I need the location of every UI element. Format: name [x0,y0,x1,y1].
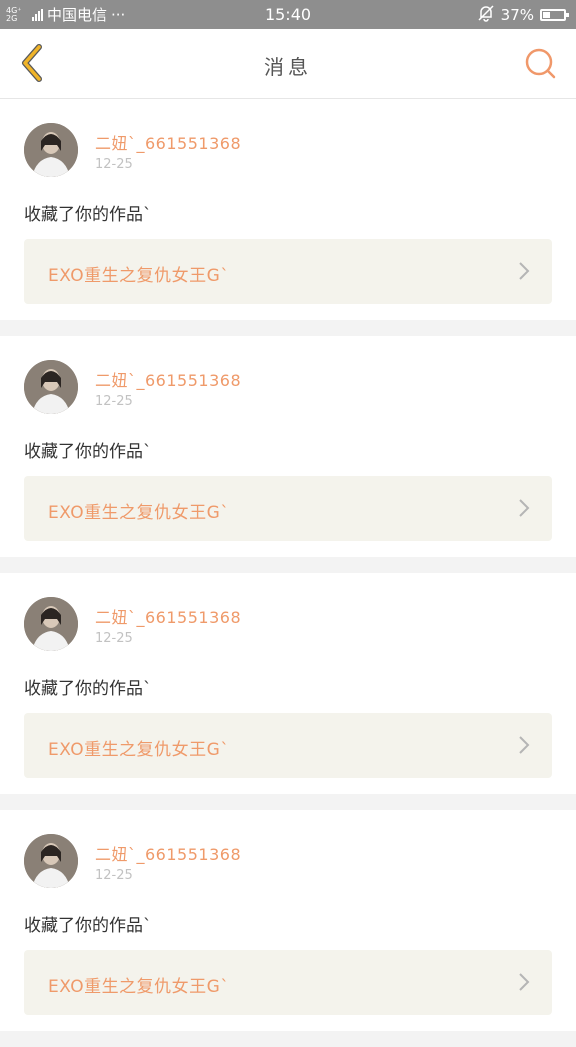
status-bar: 4G⁺ 2G 中国电信 ··· 15:40 37% [0,0,576,29]
message-time: 12-25 [95,157,133,172]
action-text: 收藏了你的作品` [24,205,152,225]
work-link[interactable]: EXO重生之复仇女王G` [24,713,552,778]
chevron-right-icon [519,736,530,754]
avatar[interactable] [24,834,78,888]
username-link[interactable]: 二妞`_661551368 [95,604,241,628]
battery-percent: 37% [500,6,534,24]
action-text: 收藏了你的作品` [24,442,152,462]
message-card: 二妞`_661551368 12-25 收藏了你的作品` EXO重生之复仇女王G… [0,336,576,557]
battery-level [543,12,550,18]
message-card: 二妞`_661551368 12-25 收藏了你的作品` EXO重生之复仇女王G… [0,810,576,1031]
chevron-right-icon [519,499,530,517]
message-card: 二妞`_661551368 12-25 收藏了你的作品` EXO重生之复仇女王G… [0,99,576,320]
work-link[interactable]: EXO重生之复仇女王G` [24,476,552,541]
work-title: EXO重生之复仇女王G` [48,977,230,997]
message-card: 二妞`_661551368 12-25 收藏了你的作品` EXO重生之复仇女王G… [0,573,576,794]
work-title: EXO重生之复仇女王G` [48,503,230,523]
search-button[interactable] [518,41,562,85]
bell-muted-icon [477,4,495,26]
page-title: 消息 [264,55,312,79]
chevron-right-icon [519,973,530,991]
avatar[interactable] [24,360,78,414]
work-title: EXO重生之复仇女王G` [48,740,230,760]
message-time: 12-25 [95,631,133,646]
message-time: 12-25 [95,868,133,883]
avatar[interactable] [24,123,78,177]
action-text: 收藏了你的作品` [24,916,152,936]
action-text: 收藏了你的作品` [24,679,152,699]
work-link[interactable]: EXO重生之复仇女王G` [24,239,552,304]
username-link[interactable]: 二妞`_661551368 [95,130,241,154]
status-right: 37% [477,4,569,26]
avatar[interactable] [24,597,78,651]
search-icon [525,48,556,79]
message-feed: 二妞`_661551368 12-25 收藏了你的作品` EXO重生之复仇女王G… [0,99,576,1047]
nav-bar: 消息 [0,29,576,99]
work-title: EXO重生之复仇女王G` [48,266,230,286]
battery-icon [540,9,569,21]
work-link[interactable]: EXO重生之复仇女王G` [24,950,552,1015]
username-link[interactable]: 二妞`_661551368 [95,841,241,865]
message-time: 12-25 [95,394,133,409]
chevron-right-icon [519,262,530,280]
username-link[interactable]: 二妞`_661551368 [95,367,241,391]
